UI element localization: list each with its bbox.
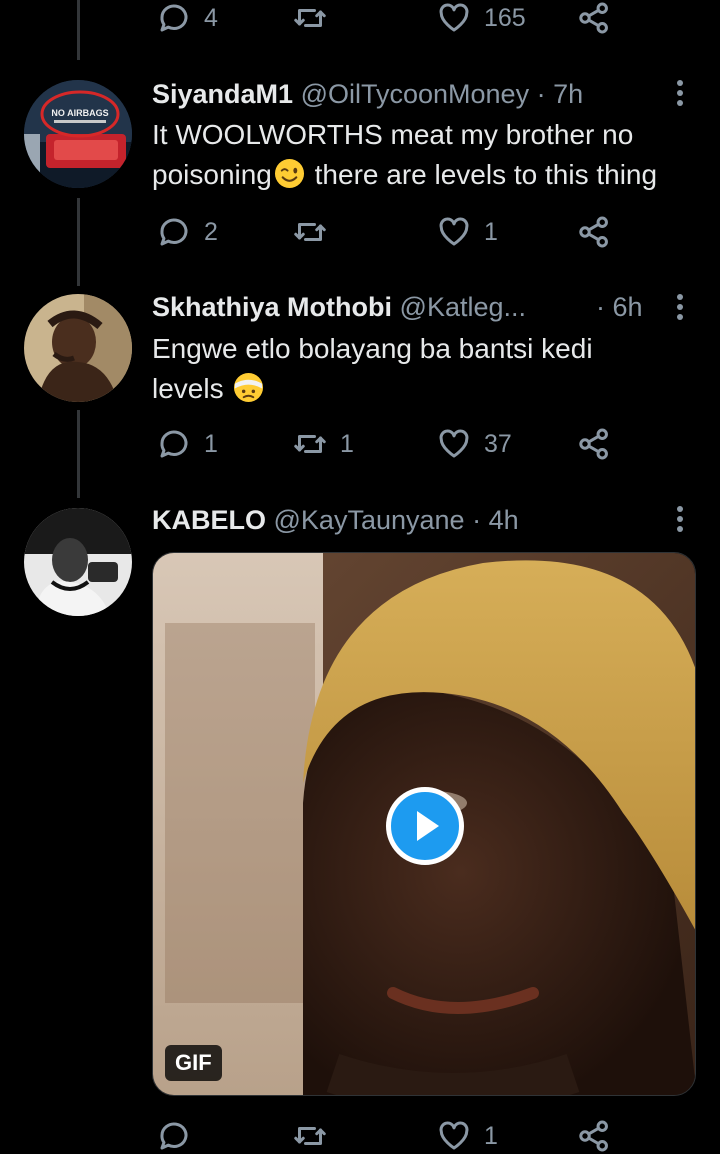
timestamp[interactable]: 7h	[553, 79, 583, 109]
like-icon	[439, 3, 469, 32]
reply-icon	[160, 430, 188, 458]
play-button[interactable]	[386, 787, 464, 865]
tweet-text-part: Engwe etlo bolayang ba bantsi kedi level…	[152, 333, 593, 404]
timestamp[interactable]: 6h	[613, 292, 643, 322]
share-icon	[579, 216, 608, 248]
retweet-icon	[294, 223, 326, 241]
share-button[interactable]	[576, 212, 612, 252]
user-handle[interactable]: @KayTaunyane	[274, 505, 465, 535]
avatar-image	[24, 294, 132, 402]
like-count: 165	[484, 3, 526, 32]
tweet-actions: 4 165	[150, 0, 620, 38]
avatar-sticker-text: NO AIRBAGS	[51, 108, 108, 118]
like-count: 1	[484, 1121, 498, 1150]
display-name[interactable]: SiyandaM1	[152, 79, 293, 109]
gif-badge: GIF	[165, 1045, 222, 1081]
tweet-actions: 1	[150, 1116, 620, 1154]
like-icon	[439, 429, 469, 458]
share-icon	[579, 1120, 608, 1152]
tweet-text: It WOOLWORTHS meat my brother no poisoni…	[152, 115, 712, 195]
tweet-time: · 6h	[596, 290, 643, 324]
thread-connector	[77, 198, 80, 286]
reply-icon	[160, 4, 188, 32]
share-icon	[579, 2, 608, 34]
reply-button[interactable]: 1	[156, 424, 218, 464]
display-name[interactable]: Skhathiya Mothobi	[152, 292, 392, 322]
reply-count: 4	[204, 3, 218, 32]
like-button[interactable]: 1	[436, 1116, 498, 1154]
more-icon[interactable]	[674, 506, 686, 534]
reply-count: 1	[204, 429, 218, 458]
reply-icon	[160, 218, 188, 246]
display-name[interactable]: KABELO	[152, 505, 266, 535]
play-icon	[417, 811, 439, 841]
tweet-header: SiyandaM1 @OilTycoonMoney · 7h	[152, 77, 583, 111]
retweet-button[interactable]	[292, 0, 340, 38]
retweet-button[interactable]	[292, 1116, 340, 1154]
thread-connector	[77, 0, 80, 60]
tweet-text: Engwe etlo bolayang ba bantsi kedi level…	[152, 329, 632, 409]
gif-media[interactable]: GIF	[152, 552, 696, 1096]
reply-count: 2	[204, 217, 218, 246]
like-button[interactable]: 37	[436, 424, 512, 464]
reply-button[interactable]	[156, 1116, 204, 1154]
tweet-text-part: there are levels to this thing	[306, 159, 658, 190]
avatar-image: NO AIRBAGS	[24, 80, 132, 188]
retweet-icon	[294, 9, 326, 27]
share-button[interactable]	[576, 0, 612, 38]
share-button[interactable]	[576, 1116, 612, 1154]
more-icon[interactable]	[674, 80, 686, 108]
more-icon[interactable]	[674, 294, 686, 322]
tweet-header: KABELO @KayTaunyane · 4h	[152, 503, 519, 537]
face-with-head-bandage-icon	[234, 372, 264, 403]
retweet-icon	[294, 1127, 326, 1145]
timestamp[interactable]: 4h	[489, 505, 519, 535]
avatar[interactable]: NO AIRBAGS	[24, 80, 132, 188]
like-button[interactable]: 1	[436, 212, 498, 252]
retweet-button[interactable]: 1	[292, 424, 354, 464]
like-icon	[439, 217, 469, 246]
retweet-icon	[294, 435, 326, 453]
user-handle[interactable]: @OilTycoonMoney	[301, 79, 530, 109]
tweet-actions: 2 1	[150, 212, 620, 252]
avatar-image	[24, 508, 132, 616]
avatar[interactable]	[24, 508, 132, 616]
user-handle[interactable]: @Katleg...	[400, 292, 526, 322]
separator-dot: ·	[536, 79, 546, 109]
share-button[interactable]	[576, 424, 612, 464]
winking-face-icon	[274, 158, 304, 189]
like-icon	[439, 1121, 469, 1150]
reply-button[interactable]: 2	[156, 212, 218, 252]
avatar[interactable]	[24, 294, 132, 402]
like-count: 1	[484, 217, 498, 246]
tweet-header: Skhathiya Mothobi @Katleg...	[152, 290, 526, 324]
retweet-count: 1	[340, 429, 354, 458]
separator-dot: ·	[596, 292, 605, 322]
tweet-actions: 1 1 37	[150, 424, 620, 464]
retweet-button[interactable]	[292, 212, 340, 252]
separator-dot: ·	[472, 505, 482, 535]
share-icon	[579, 428, 608, 460]
like-button[interactable]: 165	[436, 0, 526, 38]
reply-icon	[160, 1122, 188, 1150]
like-count: 37	[484, 429, 512, 458]
thread-connector	[77, 410, 80, 498]
reply-button[interactable]: 4	[156, 0, 218, 38]
